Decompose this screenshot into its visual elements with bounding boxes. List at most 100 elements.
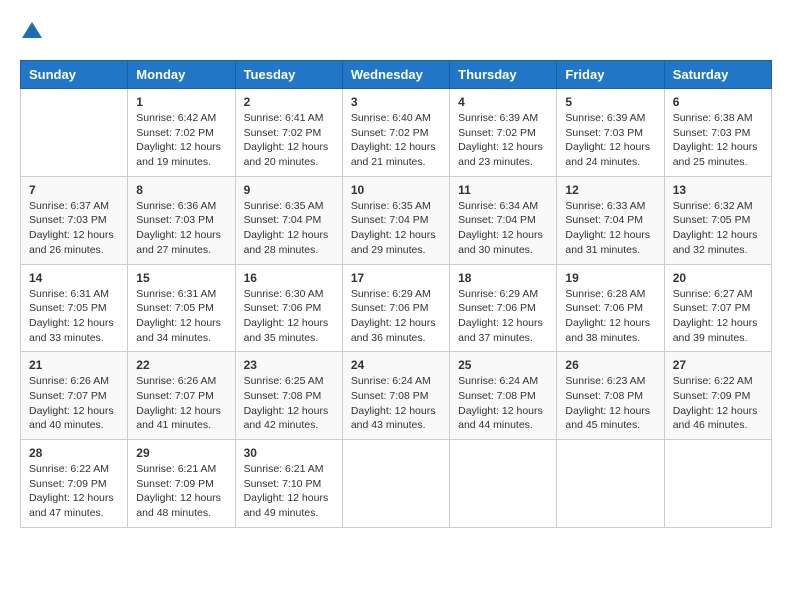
day-number: 6: [673, 95, 763, 109]
day-info: Sunrise: 6:33 AMSunset: 7:04 PMDaylight:…: [565, 199, 655, 258]
day-info: Sunrise: 6:40 AMSunset: 7:02 PMDaylight:…: [351, 111, 441, 170]
day-cell: [21, 89, 128, 177]
day-cell: 19 Sunrise: 6:28 AMSunset: 7:06 PMDayligh…: [557, 264, 664, 352]
week-row-1: 1 Sunrise: 6:42 AMSunset: 7:02 PMDaylight…: [21, 89, 772, 177]
week-row-4: 21 Sunrise: 6:26 AMSunset: 7:07 PMDayligh…: [21, 352, 772, 440]
day-number: 15: [136, 271, 226, 285]
page-header: [20, 20, 772, 44]
day-number: 10: [351, 183, 441, 197]
day-info: Sunrise: 6:26 AMSunset: 7:07 PMDaylight:…: [29, 374, 119, 433]
day-number: 21: [29, 358, 119, 372]
day-cell: 5Sunrise: 6:39 AMSunset: 7:03 PMDaylight…: [557, 89, 664, 177]
day-number: 30: [244, 446, 334, 460]
day-info: Sunrise: 6:22 AMSunset: 7:09 PMDaylight:…: [673, 374, 763, 433]
day-number: 17: [351, 271, 441, 285]
day-info: Sunrise: 6:29 AMSunset: 7:06 PMDaylight:…: [458, 287, 548, 346]
day-info: Sunrise: 6:32 AMSunset: 7:05 PMDaylight:…: [673, 199, 763, 258]
day-cell: 23Sunrise: 6:25 AMSunset: 7:08 PMDayligh…: [235, 352, 342, 440]
day-info: Sunrise: 6:35 AMSunset: 7:04 PMDaylight:…: [351, 199, 441, 258]
day-cell: 28 Sunrise: 6:22 AMSunset: 7:09 PMDayligh…: [21, 440, 128, 528]
day-number: 2: [244, 95, 334, 109]
day-number: 16: [244, 271, 334, 285]
day-number: 1: [136, 95, 226, 109]
day-info: Sunrise: 6:31 AMSunset: 7:05 PMDaylight:…: [136, 287, 226, 346]
day-cell: 21 Sunrise: 6:26 AMSunset: 7:07 PMDayligh…: [21, 352, 128, 440]
day-info: Sunrise: 6:36 AMSunset: 7:03 PMDaylight:…: [136, 199, 226, 258]
day-number: 22: [136, 358, 226, 372]
day-number: 18: [458, 271, 548, 285]
day-cell: 12 Sunrise: 6:33 AMSunset: 7:04 PMDayligh…: [557, 176, 664, 264]
day-number: 24: [351, 358, 441, 372]
week-row-5: 28 Sunrise: 6:22 AMSunset: 7:09 PMDayligh…: [21, 440, 772, 528]
day-cell: 7 Sunrise: 6:37 AMSunset: 7:03 PMDaylight…: [21, 176, 128, 264]
day-number: 25: [458, 358, 548, 372]
column-header-thursday: Thursday: [450, 61, 557, 89]
day-number: 27: [673, 358, 763, 372]
day-number: 13: [673, 183, 763, 197]
day-cell: 13 Sunrise: 6:32 AMSunset: 7:05 PMDayligh…: [664, 176, 771, 264]
day-info: Sunrise: 6:28 AMSunset: 7:06 PMDaylight:…: [565, 287, 655, 346]
column-header-friday: Friday: [557, 61, 664, 89]
day-cell: 29 Sunrise: 6:21 AMSunset: 7:09 PMDayligh…: [128, 440, 235, 528]
day-number: 4: [458, 95, 548, 109]
day-cell: 18 Sunrise: 6:29 AMSunset: 7:06 PMDayligh…: [450, 264, 557, 352]
day-number: 12: [565, 183, 655, 197]
day-number: 9: [244, 183, 334, 197]
day-cell: 25 Sunrise: 6:24 AMSunset: 7:08 PMDayligh…: [450, 352, 557, 440]
day-number: 20: [673, 271, 763, 285]
day-info: Sunrise: 6:21 AMSunset: 7:09 PMDaylight:…: [136, 462, 226, 521]
day-info: Sunrise: 6:27 AMSunset: 7:07 PMDaylight:…: [673, 287, 763, 346]
day-cell: 6Sunrise: 6:38 AMSunset: 7:03 PMDaylight…: [664, 89, 771, 177]
calendar-table: SundayMondayTuesdayWednesdayThursdayFrid…: [20, 60, 772, 528]
day-number: 29: [136, 446, 226, 460]
day-info: Sunrise: 6:30 AMSunset: 7:06 PMDaylight:…: [244, 287, 334, 346]
day-number: 8: [136, 183, 226, 197]
day-cell: 3 Sunrise: 6:40 AMSunset: 7:02 PMDaylight…: [342, 89, 449, 177]
day-cell: 10 Sunrise: 6:35 AMSunset: 7:04 PMDayligh…: [342, 176, 449, 264]
day-cell: [450, 440, 557, 528]
day-number: 7: [29, 183, 119, 197]
day-number: 3: [351, 95, 441, 109]
calendar-body: 1 Sunrise: 6:42 AMSunset: 7:02 PMDaylight…: [21, 89, 772, 528]
logo-icon: [20, 20, 44, 44]
logo: [20, 20, 48, 44]
day-cell: 16 Sunrise: 6:30 AMSunset: 7:06 PMDayligh…: [235, 264, 342, 352]
day-info: Sunrise: 6:26 AMSunset: 7:07 PMDaylight:…: [136, 374, 226, 433]
day-info: Sunrise: 6:37 AMSunset: 7:03 PMDaylight:…: [29, 199, 119, 258]
day-cell: 9 Sunrise: 6:35 AMSunset: 7:04 PMDaylight…: [235, 176, 342, 264]
day-cell: 27 Sunrise: 6:22 AMSunset: 7:09 PMDayligh…: [664, 352, 771, 440]
day-cell: 22 Sunrise: 6:26 AMSunset: 7:07 PMDayligh…: [128, 352, 235, 440]
day-info: Sunrise: 6:41 AMSunset: 7:02 PMDaylight:…: [244, 111, 334, 170]
day-info: Sunrise: 6:23 AMSunset: 7:08 PMDaylight:…: [565, 374, 655, 433]
day-cell: 15 Sunrise: 6:31 AMSunset: 7:05 PMDayligh…: [128, 264, 235, 352]
day-info: Sunrise: 6:29 AMSunset: 7:06 PMDaylight:…: [351, 287, 441, 346]
day-number: 19: [565, 271, 655, 285]
day-cell: 2 Sunrise: 6:41 AMSunset: 7:02 PMDaylight…: [235, 89, 342, 177]
day-number: 26: [565, 358, 655, 372]
week-row-2: 7 Sunrise: 6:37 AMSunset: 7:03 PMDaylight…: [21, 176, 772, 264]
day-info: Sunrise: 6:39 AMSunset: 7:02 PMDaylight:…: [458, 111, 548, 170]
day-info: Sunrise: 6:24 AMSunset: 7:08 PMDaylight:…: [458, 374, 548, 433]
column-header-tuesday: Tuesday: [235, 61, 342, 89]
column-header-monday: Monday: [128, 61, 235, 89]
week-row-3: 14Sunrise: 6:31 AMSunset: 7:05 PMDayligh…: [21, 264, 772, 352]
day-number: 28: [29, 446, 119, 460]
day-cell: 11 Sunrise: 6:34 AMSunset: 7:04 PMDayligh…: [450, 176, 557, 264]
day-cell: 4 Sunrise: 6:39 AMSunset: 7:02 PMDaylight…: [450, 89, 557, 177]
day-cell: 14Sunrise: 6:31 AMSunset: 7:05 PMDayligh…: [21, 264, 128, 352]
day-info: Sunrise: 6:31 AMSunset: 7:05 PMDaylight:…: [29, 287, 119, 346]
day-cell: 20 Sunrise: 6:27 AMSunset: 7:07 PMDayligh…: [664, 264, 771, 352]
day-info: Sunrise: 6:21 AMSunset: 7:10 PMDaylight:…: [244, 462, 334, 521]
day-info: Sunrise: 6:22 AMSunset: 7:09 PMDaylight:…: [29, 462, 119, 521]
day-info: Sunrise: 6:24 AMSunset: 7:08 PMDaylight:…: [351, 374, 441, 433]
header-row: SundayMondayTuesdayWednesdayThursdayFrid…: [21, 61, 772, 89]
day-number: 11: [458, 183, 548, 197]
column-header-sunday: Sunday: [21, 61, 128, 89]
day-info: Sunrise: 6:34 AMSunset: 7:04 PMDaylight:…: [458, 199, 548, 258]
day-cell: 26 Sunrise: 6:23 AMSunset: 7:08 PMDayligh…: [557, 352, 664, 440]
day-info: Sunrise: 6:35 AMSunset: 7:04 PMDaylight:…: [244, 199, 334, 258]
day-number: 5: [565, 95, 655, 109]
day-cell: 8 Sunrise: 6:36 AMSunset: 7:03 PMDaylight…: [128, 176, 235, 264]
day-info: Sunrise: 6:42 AMSunset: 7:02 PMDaylight:…: [136, 111, 226, 170]
column-header-wednesday: Wednesday: [342, 61, 449, 89]
